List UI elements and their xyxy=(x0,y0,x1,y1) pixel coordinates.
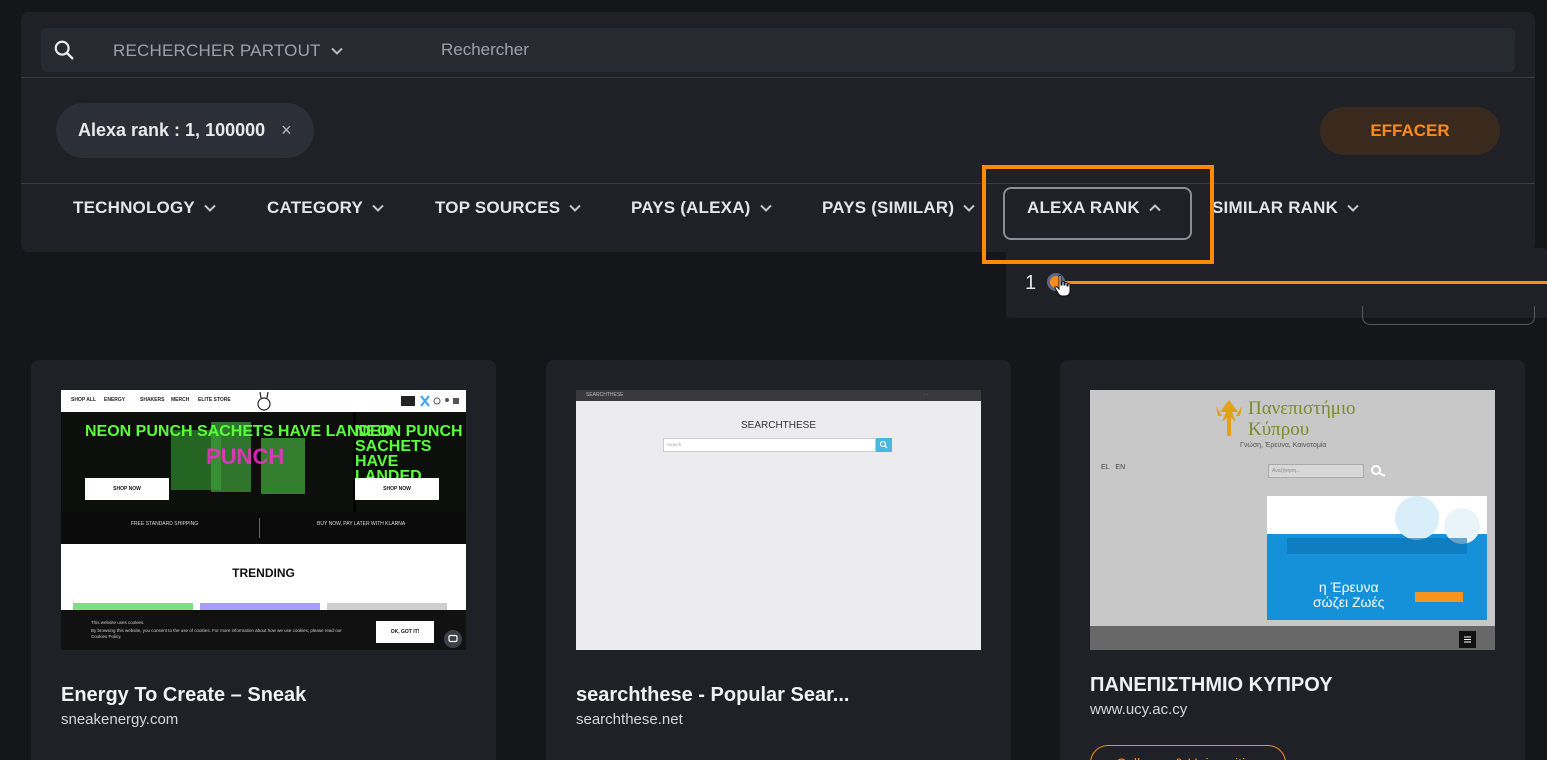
thumb-shipping-text: FREE STANDARD SHIPPING xyxy=(131,521,199,527)
thumb-logo-line: Πανεπιστήμιο xyxy=(1248,398,1356,419)
search-icon[interactable] xyxy=(53,39,75,61)
thumb-headline: NEON PUNCH SACHETS HAVE LANDED xyxy=(85,423,393,440)
range-min-value: 1 xyxy=(1025,272,1037,294)
active-filter-chip: Alexa rank : 1, 100000 × xyxy=(56,103,314,158)
chevron-down-icon xyxy=(330,47,343,55)
filter-country-alexa[interactable]: PAYS (ALEXA) xyxy=(631,198,772,218)
search-scope-label: RECHERCHER PARTOUT xyxy=(113,41,321,60)
divider xyxy=(21,77,1535,78)
thumb-lang-switch: EL EN xyxy=(1101,464,1125,471)
category-tag[interactable]: Colleges & Universities xyxy=(1090,745,1286,760)
rabbit-logo-icon xyxy=(257,391,271,411)
thumb-banner: η Έρευνα σώζει Ζωές xyxy=(1267,496,1487,620)
thumb-hero: PUNCH NEON PUNCH SACHETS HAVE LANDED NEO… xyxy=(61,412,466,512)
thumb-banner-text: η Έρευνα σώζει Ζωές xyxy=(1313,580,1384,610)
site-thumbnail: SHOP ALL ENERGY SHAKERS MERCH ELITE STOR… xyxy=(61,390,466,650)
thumb-search-box: Search xyxy=(663,438,876,452)
search-icon xyxy=(879,440,888,449)
filter-category[interactable]: CATEGORY xyxy=(267,198,384,218)
thumb-search-button xyxy=(876,438,892,452)
thumb-banner-line: σώζει Ζωές xyxy=(1313,594,1385,610)
site-card[interactable]: SHOP ALL ENERGY SHAKERS MERCH ELITE STOR… xyxy=(31,360,496,760)
filter-similar-rank[interactable]: SIMILAR RANK xyxy=(1212,198,1359,218)
thumb-trending: TRENDING xyxy=(232,566,295,580)
header-icons xyxy=(401,395,459,407)
chevron-down-icon xyxy=(759,204,772,212)
thumb-logo-line: Κύπρου xyxy=(1248,419,1310,440)
thumb-nav: SHOP ALL ENERGY SHAKERS MERCH ELITE STOR… xyxy=(61,390,466,412)
site-thumbnail: Πανεπιστήμιο Κύπρου Γνώση, Έρευνα, Καινο… xyxy=(1090,390,1495,650)
site-card[interactable]: Πανεπιστήμιο Κύπρου Γνώση, Έρευνα, Καινο… xyxy=(1060,360,1525,760)
thumb-headline: NEON PUNCH SACHETS HAVE LANDED xyxy=(355,423,463,485)
thumb-top-links: · · xyxy=(924,392,928,397)
thumb-nav-item: ELITE STORE xyxy=(198,397,231,403)
thumb-divider xyxy=(259,518,260,538)
search-bar: RECHERCHER PARTOUT xyxy=(41,28,1515,72)
card-title[interactable]: Energy To Create – Sneak xyxy=(61,684,306,707)
thumb-lang: EL xyxy=(1101,464,1110,471)
thumb-nav-item: SHOP ALL xyxy=(71,397,97,403)
filter-label: CATEGORY xyxy=(267,198,364,217)
search-scope-dropdown[interactable]: RECHERCHER PARTOUT xyxy=(113,41,343,61)
svg-text:PUNCH: PUNCH xyxy=(206,444,284,469)
card-domain: searchthese.net xyxy=(576,711,683,728)
site-card[interactable]: SEARCHTHESE · · SEARCHTHESE Search searc… xyxy=(546,360,1011,760)
filter-label: PAYS (SIMILAR) xyxy=(822,198,955,217)
thumb-nav-item: SHAKERS xyxy=(140,397,165,403)
thumb-nav-item: ENERGY xyxy=(104,397,126,403)
chevron-down-icon xyxy=(1347,204,1359,212)
chevron-down-icon xyxy=(963,204,975,212)
university-logo-icon xyxy=(1216,400,1242,436)
search-icon xyxy=(1371,465,1386,477)
thumb-top-brand: SEARCHTHESE xyxy=(586,392,624,398)
thumb-cookie-title: This website uses cookies. xyxy=(91,620,145,625)
thumb-nav-item: MERCH xyxy=(171,397,190,403)
thumb-shop-button: SHOP NOW xyxy=(85,478,169,500)
filter-label: SIMILAR RANK xyxy=(1212,198,1339,217)
hand-cursor-icon xyxy=(1054,274,1071,297)
card-domain: www.ucy.ac.cy xyxy=(1090,701,1188,718)
menu-icon xyxy=(1459,631,1476,648)
filter-country-similar[interactable]: PAYS (SIMILAR) xyxy=(822,198,975,218)
chevron-down-icon xyxy=(204,204,216,212)
filter-label: TECHNOLOGY xyxy=(73,198,195,217)
thumb-cookie-text: By browsing this website, you consent to… xyxy=(91,628,342,639)
clear-filters-button[interactable]: EFFACER xyxy=(1320,107,1500,155)
thumb-brand: SEARCHTHESE xyxy=(740,420,816,431)
thumb-shipping-bar: FREE STANDARD SHIPPING BUY NOW, PAY LATE… xyxy=(61,512,466,544)
thumb-search-box: Αναζήτηση... xyxy=(1268,464,1364,478)
alexa-rank-active-outline xyxy=(1003,187,1192,240)
card-domain: sneakenergy.com xyxy=(61,711,179,728)
thumb-shop-button: SHOP NOW xyxy=(355,478,439,500)
thumb-logo-text: Πανεπιστήμιο Κύπρου xyxy=(1248,398,1356,440)
search-input[interactable] xyxy=(433,34,1493,66)
thumb-top-bar: SEARCHTHESE · · xyxy=(576,390,981,401)
filter-label: TOP SOURCES xyxy=(435,198,561,217)
thumb-klarna-text: BUY NOW, PAY LATER WITH KLARNA xyxy=(317,521,406,527)
site-thumbnail: SEARCHTHESE · · SEARCHTHESE Search xyxy=(576,390,981,650)
thumb-cookie-button: OK, GOT IT! xyxy=(376,621,434,643)
filter-technology[interactable]: TECHNOLOGY xyxy=(73,198,216,218)
filter-top-sources[interactable]: TOP SOURCES xyxy=(435,198,582,218)
range-slider-track[interactable] xyxy=(1064,281,1547,284)
chevron-down-icon xyxy=(569,204,582,212)
card-title[interactable]: searchthese - Popular Sear... xyxy=(576,684,849,707)
thumb-footer xyxy=(1090,626,1495,650)
dropdown-background-edge xyxy=(1362,306,1535,325)
thumb-motto: Γνώση, Έρευνα, Καινοτομία xyxy=(1240,442,1327,449)
filter-label: PAYS (ALEXA) xyxy=(631,198,751,217)
active-filter-label: Alexa rank : 1, 100000 xyxy=(78,120,266,140)
thumb-cookie-banner: This website uses cookies. By browsing t… xyxy=(61,610,466,650)
thumb-banner-line: η Έρευνα xyxy=(1318,579,1379,595)
close-icon[interactable]: × xyxy=(281,120,292,141)
card-title[interactable]: ΠΑΝΕΠΙΣΤΗΜΙΟ ΚΥΠΡΟΥ xyxy=(1090,674,1333,697)
divider xyxy=(21,183,1535,184)
chat-bubble-icon xyxy=(444,630,462,648)
thumb-lang: EN xyxy=(1115,464,1126,471)
chevron-down-icon xyxy=(372,204,384,212)
